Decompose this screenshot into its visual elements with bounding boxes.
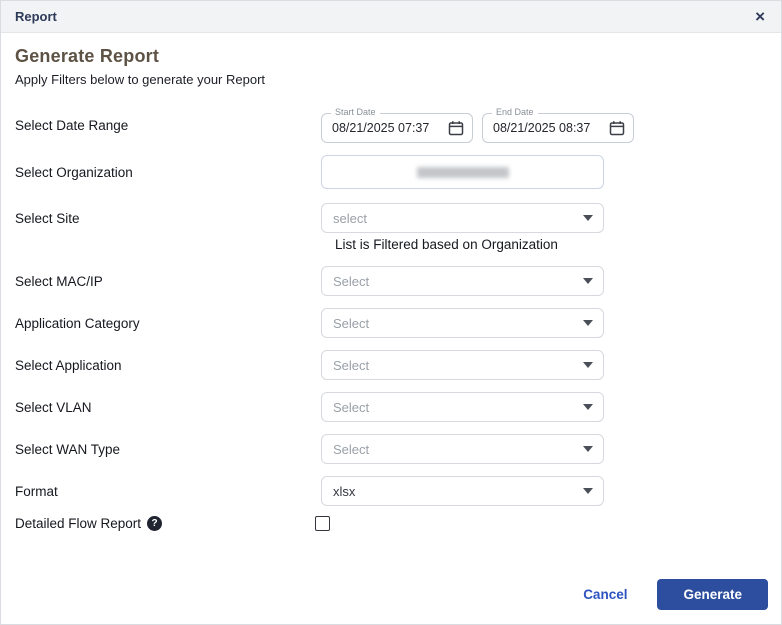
mac-ip-select-placeholder: Select xyxy=(333,274,369,289)
site-helper-text: List is Filtered based on Organization xyxy=(335,237,767,252)
chevron-down-icon xyxy=(583,362,593,368)
organization-redacted-value xyxy=(417,167,509,178)
wan-type-select[interactable]: Select xyxy=(321,434,604,464)
generate-button[interactable]: Generate xyxy=(657,579,768,610)
calendar-icon[interactable] xyxy=(448,120,464,136)
chevron-down-icon xyxy=(583,404,593,410)
app-category-select[interactable]: Select xyxy=(321,308,604,338)
mac-ip-label: Select MAC/IP xyxy=(15,274,321,289)
mac-ip-row: Select MAC/IP Select xyxy=(15,266,767,296)
wan-type-select-placeholder: Select xyxy=(333,442,369,457)
format-select[interactable]: xlsx xyxy=(321,476,604,506)
date-range-row: Select Date Range Start Date 08/21/2025 … xyxy=(15,107,767,143)
wan-type-label: Select WAN Type xyxy=(15,442,321,457)
chevron-down-icon xyxy=(583,215,593,221)
dialog-header: Report × xyxy=(1,1,781,33)
date-range-group: Start Date 08/21/2025 07:37 End Date 08/… xyxy=(321,113,634,143)
start-date-value[interactable]: 08/21/2025 07:37 xyxy=(332,121,429,135)
application-select[interactable]: Select xyxy=(321,350,604,380)
detailed-flow-label: Detailed Flow Report xyxy=(15,516,141,531)
end-date-value[interactable]: 08/21/2025 08:37 xyxy=(493,121,590,135)
site-label: Select Site xyxy=(15,211,321,226)
mac-ip-select[interactable]: Select xyxy=(321,266,604,296)
chevron-down-icon xyxy=(583,320,593,326)
dialog-content: Generate Report Apply Filters below to g… xyxy=(1,33,781,578)
application-select-placeholder: Select xyxy=(333,358,369,373)
calendar-icon[interactable] xyxy=(609,120,625,136)
application-label: Select Application xyxy=(15,358,321,373)
dialog-footer: Cancel Generate xyxy=(1,578,781,624)
format-select-value: xlsx xyxy=(333,484,355,499)
format-label: Format xyxy=(15,484,321,499)
end-date-float-label: End Date xyxy=(492,107,538,117)
cancel-button[interactable]: Cancel xyxy=(583,587,627,602)
app-category-select-placeholder: Select xyxy=(333,316,369,331)
end-date-input[interactable]: End Date 08/21/2025 08:37 xyxy=(482,113,634,143)
format-row: Format xlsx xyxy=(15,476,767,506)
close-icon[interactable]: × xyxy=(753,6,767,27)
site-select-placeholder: select xyxy=(333,211,367,226)
chevron-down-icon xyxy=(583,278,593,284)
help-icon[interactable]: ? xyxy=(147,516,162,531)
detailed-flow-row: Detailed Flow Report ? xyxy=(15,516,767,531)
wan-type-row: Select WAN Type Select xyxy=(15,434,767,464)
start-date-float-label: Start Date xyxy=(331,107,380,117)
detailed-flow-checkbox[interactable] xyxy=(315,516,330,531)
site-select[interactable]: select xyxy=(321,203,604,233)
date-range-label: Select Date Range xyxy=(15,118,321,133)
chevron-down-icon xyxy=(583,446,593,452)
page-title: Generate Report xyxy=(15,46,767,67)
organization-label: Select Organization xyxy=(15,165,321,180)
start-date-input[interactable]: Start Date 08/21/2025 07:37 xyxy=(321,113,473,143)
vlan-select-placeholder: Select xyxy=(333,400,369,415)
application-row: Select Application Select xyxy=(15,350,767,380)
report-dialog: Report × Generate Report Apply Filters b… xyxy=(0,0,782,625)
vlan-row: Select VLAN Select xyxy=(15,392,767,422)
app-category-row: Application Category Select xyxy=(15,308,767,338)
chevron-down-icon xyxy=(583,488,593,494)
vlan-label: Select VLAN xyxy=(15,400,321,415)
site-row: Select Site select xyxy=(15,203,767,233)
dialog-title: Report xyxy=(15,9,57,24)
page-subtitle: Apply Filters below to generate your Rep… xyxy=(15,72,767,87)
app-category-label: Application Category xyxy=(15,316,321,331)
organization-input[interactable] xyxy=(321,155,604,189)
organization-row: Select Organization xyxy=(15,155,767,189)
vlan-select[interactable]: Select xyxy=(321,392,604,422)
